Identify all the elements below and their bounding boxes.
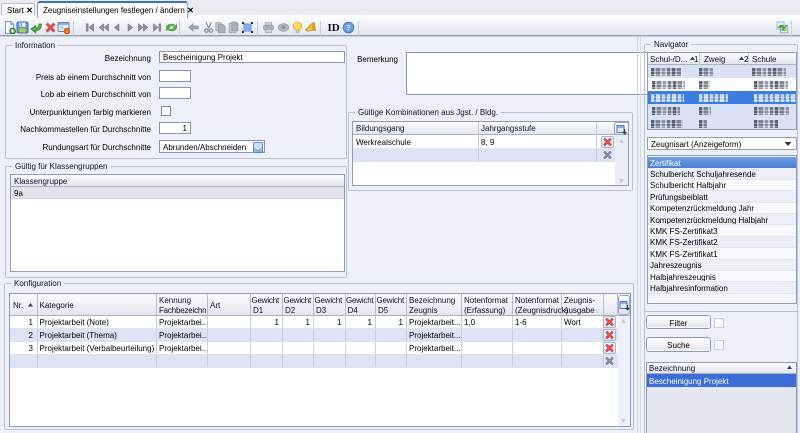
svg-text:?: ? bbox=[346, 22, 350, 32]
